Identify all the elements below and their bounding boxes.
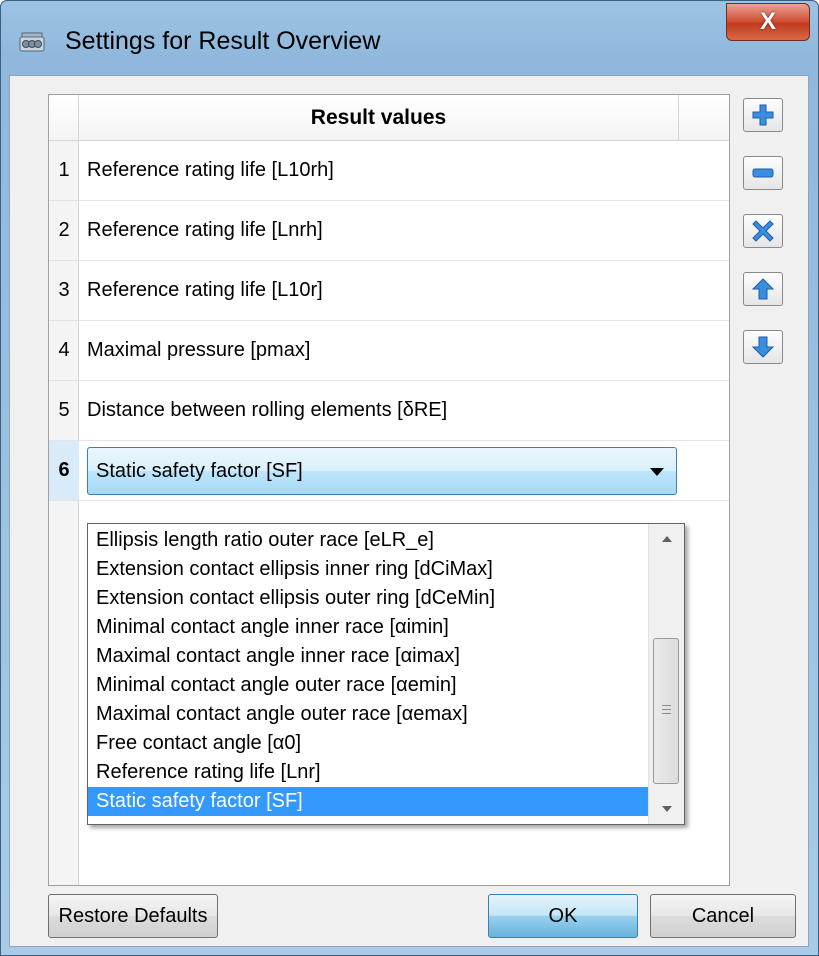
title-bar[interactable]: Settings for Result Overview X — [1, 1, 818, 81]
dropdown-option[interactable]: Extension contact ellipsis outer ring [d… — [88, 584, 648, 613]
dropdown-option[interactable]: Minimal contact angle outer race [αemin] — [88, 671, 648, 700]
row-value[interactable]: Reference rating life [L10rh] — [87, 141, 334, 200]
minus-icon — [752, 168, 774, 178]
dropdown-option[interactable]: Maximal contact angle outer race [αemax] — [88, 700, 648, 729]
table-header: Result values — [49, 95, 729, 141]
row-number[interactable]: 6 — [49, 441, 79, 500]
table-row[interactable]: 1 Reference rating life [L10rh] — [49, 141, 729, 201]
window-title: Settings for Result Overview — [65, 27, 381, 55]
close-button[interactable]: X — [726, 3, 810, 41]
delete-all-button[interactable] — [743, 214, 783, 248]
bearing-icon — [19, 32, 45, 52]
result-value-combobox[interactable]: Static safety factor [SF] — [87, 447, 677, 495]
row-number[interactable]: 2 — [49, 201, 79, 260]
dropdown-option[interactable]: Extension contact ellipsis inner ring [d… — [88, 555, 648, 584]
arrow-down-icon — [751, 336, 775, 358]
row-number[interactable]: 4 — [49, 321, 79, 380]
remove-row-button[interactable] — [743, 156, 783, 190]
table-row[interactable]: 5 Distance between rolling elements [δRE… — [49, 381, 729, 441]
grip-line — [662, 709, 671, 710]
arrow-up-icon — [751, 278, 775, 300]
table-row[interactable]: 3 Reference rating life [L10r] — [49, 261, 729, 321]
scrollbar-thumb[interactable] — [653, 638, 679, 784]
chevron-down-icon[interactable] — [650, 468, 664, 476]
dropdown-option[interactable]: Free contact angle [α0] — [88, 729, 648, 758]
row-value[interactable]: Maximal pressure [pmax] — [87, 321, 310, 380]
restore-defaults-button[interactable]: Restore Defaults — [48, 894, 218, 938]
scroll-up-arrow[interactable] — [649, 524, 684, 554]
table-row[interactable]: 4 Maximal pressure [pmax] — [49, 321, 729, 381]
cancel-button[interactable]: Cancel — [650, 894, 796, 938]
grip-line — [662, 713, 671, 714]
grip-line — [662, 705, 671, 706]
table-row-selected[interactable]: 6 Static safety factor [SF] — [49, 441, 729, 501]
combobox-value: Static safety factor [SF] — [96, 459, 303, 482]
row-number[interactable]: 5 — [49, 381, 79, 440]
close-icon: X — [759, 8, 776, 35]
move-down-button[interactable] — [743, 330, 783, 364]
dropdown-option-selected[interactable]: Static safety factor [SF] — [88, 787, 648, 816]
combobox-dropdown-list[interactable]: Ellipsis length ratio outer race [eLR_e]… — [87, 523, 685, 825]
ok-button[interactable]: OK — [488, 894, 638, 938]
row-value[interactable]: Reference rating life [L10r] — [87, 261, 323, 320]
row-value[interactable]: Reference rating life [Lnrh] — [87, 201, 323, 260]
row-number[interactable]: 3 — [49, 261, 79, 320]
row-number[interactable]: 1 — [49, 141, 79, 200]
table-corner[interactable] — [49, 95, 79, 141]
dropdown-scrollbar[interactable] — [648, 524, 684, 824]
settings-dialog: Settings for Result Overview X Result va… — [0, 0, 819, 956]
dropdown-option[interactable]: Ellipsis length ratio outer race [eLR_e] — [88, 526, 648, 555]
table-row[interactable]: 2 Reference rating life [Lnrh] — [49, 201, 729, 261]
column-header-result-values[interactable]: Result values — [79, 95, 679, 141]
row-value[interactable]: Distance between rolling elements [δRE] — [87, 381, 447, 440]
scroll-down-arrow[interactable] — [649, 794, 684, 824]
result-values-table[interactable]: Result values 1 Reference rating life [L… — [48, 94, 730, 886]
dropdown-option[interactable]: Minimal contact angle inner race [αimin] — [88, 613, 648, 642]
add-row-button[interactable] — [743, 98, 783, 132]
x-icon — [752, 220, 774, 242]
dialog-body: Result values 1 Reference rating life [L… — [9, 75, 809, 947]
move-up-button[interactable] — [743, 272, 783, 306]
dropdown-option[interactable]: Maximal contact angle inner race [αimax] — [88, 642, 648, 671]
plus-icon — [752, 104, 774, 126]
arrow-down-small-icon — [661, 806, 672, 812]
arrow-up-small-icon — [661, 536, 672, 542]
dropdown-option[interactable]: Reference rating life [Lnr] — [88, 758, 648, 787]
